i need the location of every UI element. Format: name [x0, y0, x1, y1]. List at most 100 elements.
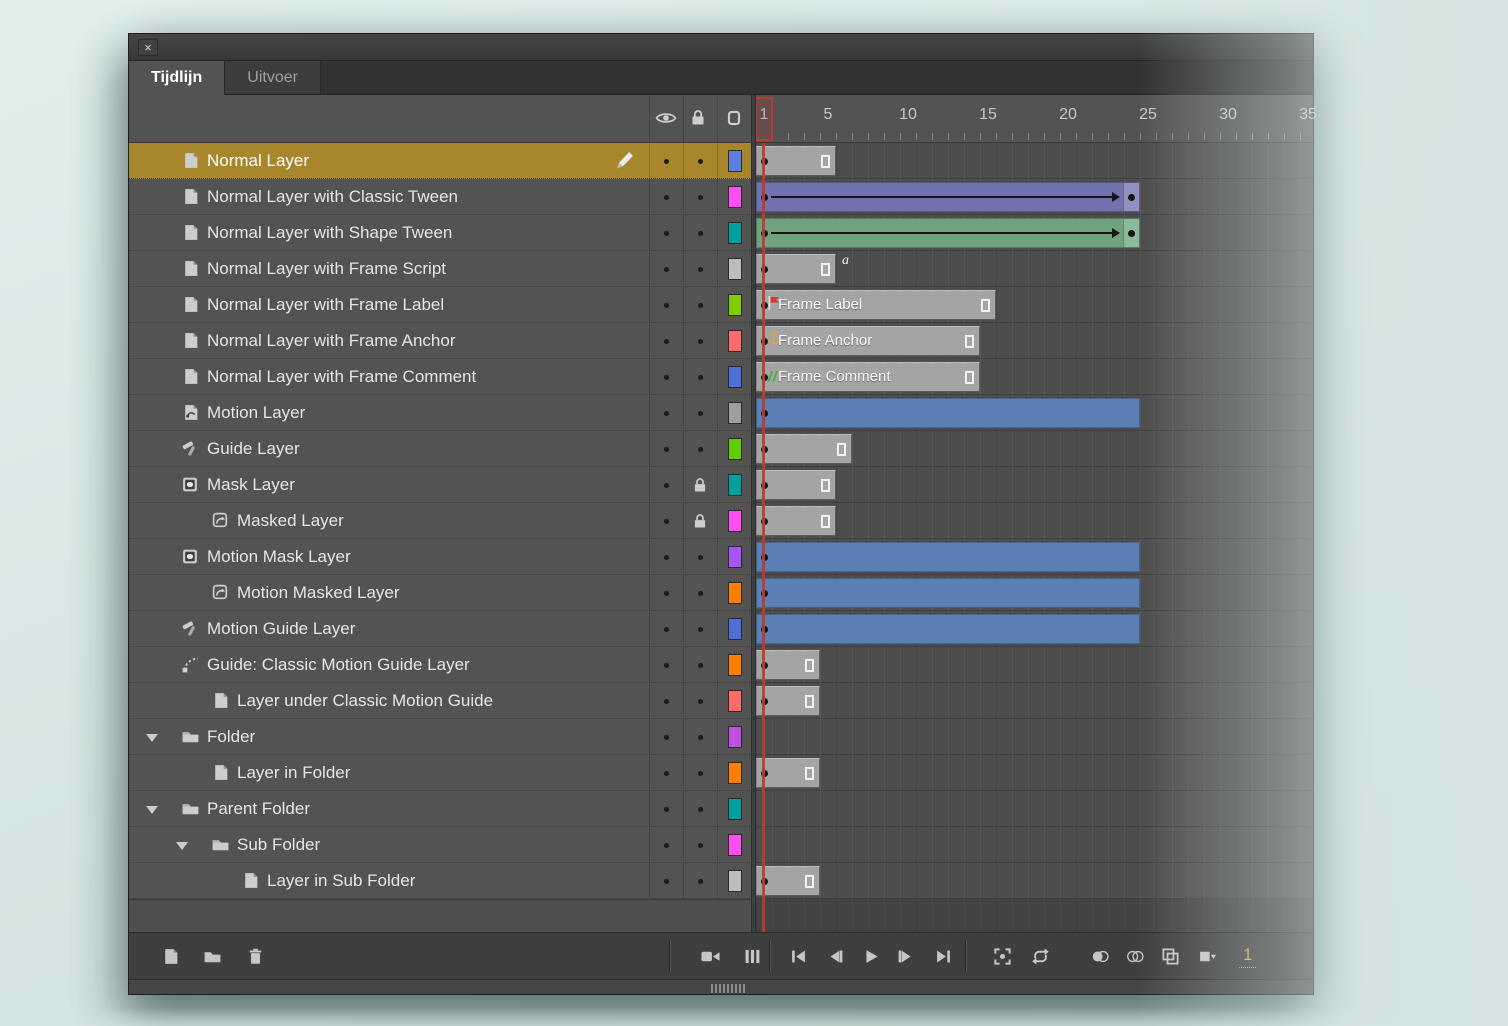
frame-span[interactable]	[756, 470, 836, 500]
layer-lock-toggle[interactable]	[683, 755, 717, 791]
layer-row-left[interactable]: Layer under Classic Motion Guide	[129, 683, 756, 719]
folder-expand-triangle-icon[interactable]	[146, 734, 158, 742]
layer-frames-track[interactable]	[756, 539, 1313, 575]
layer-row[interactable]: Mask Layer	[129, 467, 1313, 503]
layer-outline-color[interactable]	[717, 827, 751, 863]
layer-row-left[interactable]: Masked Layer	[129, 503, 756, 539]
tab-tijdlijn[interactable]: Tijdlijn	[129, 61, 225, 95]
layer-row[interactable]: Motion Masked Layer	[129, 575, 1313, 611]
layer-outline-color[interactable]	[717, 467, 751, 503]
layer-row-left[interactable]: Guide Layer	[129, 431, 756, 467]
layer-lock-toggle[interactable]	[683, 215, 717, 251]
layer-row[interactable]: Masked Layer	[129, 503, 1313, 539]
delete-layer-button[interactable]	[241, 942, 269, 970]
play-button[interactable]	[856, 942, 884, 970]
layer-outline-color[interactable]	[717, 359, 751, 395]
layer-outline-color[interactable]	[717, 143, 751, 179]
layer-visibility-toggle[interactable]	[649, 791, 683, 827]
layer-frames-track[interactable]	[756, 395, 1313, 431]
layer-row[interactable]: Normal Layer	[129, 143, 1313, 179]
layer-lock-toggle[interactable]	[683, 323, 717, 359]
layer-lock-toggle[interactable]	[683, 791, 717, 827]
layer-lock-toggle[interactable]	[683, 827, 717, 863]
layer-visibility-toggle[interactable]	[649, 719, 683, 755]
layer-row[interactable]: Layer under Classic Motion Guide	[129, 683, 1313, 719]
layer-row[interactable]: Motion Guide Layer	[129, 611, 1313, 647]
layer-frames-track[interactable]: //Frame Comment	[756, 359, 1313, 395]
layer-row-left[interactable]: Layer in Sub Folder	[129, 863, 756, 899]
layer-row-left[interactable]: Sub Folder	[129, 827, 756, 863]
layer-outline-color[interactable]	[717, 611, 751, 647]
add-camera-button[interactable]	[696, 942, 724, 970]
layer-row[interactable]: Guide Layer	[129, 431, 1313, 467]
layer-lock-toggle[interactable]	[683, 143, 717, 179]
step-forward-button[interactable]	[891, 942, 919, 970]
new-folder-button[interactable]	[198, 942, 226, 970]
panel-titlebar[interactable]: ×	[129, 34, 1313, 61]
layer-visibility-toggle[interactable]	[649, 827, 683, 863]
current-frame-indicator[interactable]: 1	[1239, 945, 1256, 968]
layer-frames-track[interactable]	[756, 755, 1313, 791]
layer-frames-track[interactable]	[756, 179, 1313, 215]
layer-frames-track[interactable]	[756, 719, 1313, 755]
lock-icon[interactable]	[691, 109, 705, 131]
frame-span[interactable]: Frame Anchor	[756, 326, 980, 356]
layer-lock-toggle[interactable]	[683, 503, 717, 539]
layer-row-left[interactable]: Guide: Classic Motion Guide Layer	[129, 647, 756, 683]
layer-lock-toggle[interactable]	[683, 719, 717, 755]
playhead[interactable]	[762, 143, 765, 932]
layer-visibility-toggle[interactable]	[649, 611, 683, 647]
layer-row-left[interactable]: Normal Layer with Frame Comment	[129, 359, 756, 395]
layer-outline-color[interactable]	[717, 251, 751, 287]
layer-outline-color[interactable]	[717, 863, 751, 899]
layer-visibility-toggle[interactable]	[649, 323, 683, 359]
layer-visibility-toggle[interactable]	[649, 395, 683, 431]
layer-row[interactable]: Normal Layer with Shape Tween	[129, 215, 1313, 251]
layer-outline-color[interactable]	[717, 683, 751, 719]
layer-outline-color[interactable]	[717, 647, 751, 683]
layer-row[interactable]: Layer in Sub Folder	[129, 863, 1313, 899]
frame-span[interactable]: Frame Label	[756, 290, 996, 320]
layer-lock-toggle[interactable]	[683, 683, 717, 719]
edit-multiple-frames-button[interactable]	[1156, 942, 1184, 970]
layer-outline-color[interactable]	[717, 755, 751, 791]
layer-visibility-toggle[interactable]	[649, 359, 683, 395]
layer-outline-color[interactable]	[717, 575, 751, 611]
layer-frames-track[interactable]	[756, 647, 1313, 683]
layer-row-left[interactable]: Normal Layer	[129, 143, 756, 179]
layer-frames-track[interactable]	[756, 467, 1313, 503]
layer-row[interactable]: Normal Layer with Frame Comment//Frame C…	[129, 359, 1313, 395]
layer-visibility-toggle[interactable]	[649, 251, 683, 287]
layer-outline-color[interactable]	[717, 395, 751, 431]
scrollbar-handle[interactable]	[711, 984, 747, 993]
folder-expand-triangle-icon[interactable]	[146, 806, 158, 814]
onion-skin-outlines-button[interactable]	[1121, 942, 1149, 970]
layer-row[interactable]: Normal Layer with Frame AnchorFrame Anch…	[129, 323, 1313, 359]
outline-icon[interactable]	[726, 110, 742, 131]
motion-tween-span[interactable]	[756, 578, 1140, 608]
layer-frames-track[interactable]	[756, 431, 1313, 467]
layer-row-left[interactable]: Normal Layer with Shape Tween	[129, 215, 756, 251]
layer-visibility-toggle[interactable]	[649, 503, 683, 539]
layer-outline-color[interactable]	[717, 431, 751, 467]
frame-span[interactable]	[756, 434, 852, 464]
layer-lock-toggle[interactable]	[683, 467, 717, 503]
layer-visibility-toggle[interactable]	[649, 755, 683, 791]
layer-outline-color[interactable]	[717, 179, 751, 215]
layer-frames-track[interactable]: Frame Anchor	[756, 323, 1313, 359]
layer-lock-toggle[interactable]	[683, 395, 717, 431]
frame-span[interactable]	[756, 650, 820, 680]
layer-visibility-toggle[interactable]	[649, 467, 683, 503]
layer-lock-toggle[interactable]	[683, 863, 717, 899]
layer-outline-color[interactable]	[717, 791, 751, 827]
motion-tween-span[interactable]	[756, 542, 1140, 572]
layer-visibility-toggle[interactable]	[649, 179, 683, 215]
center-frame-button[interactable]	[988, 942, 1016, 970]
layer-row[interactable]: Normal Layer with Frame Scripta	[129, 251, 1313, 287]
layer-visibility-toggle[interactable]	[649, 539, 683, 575]
frame-span[interactable]	[756, 506, 836, 536]
layer-outline-color[interactable]	[717, 215, 751, 251]
layer-row-left[interactable]: Parent Folder	[129, 791, 756, 827]
layer-frames-track[interactable]	[756, 863, 1313, 899]
layer-frames-track[interactable]: a	[756, 251, 1313, 287]
